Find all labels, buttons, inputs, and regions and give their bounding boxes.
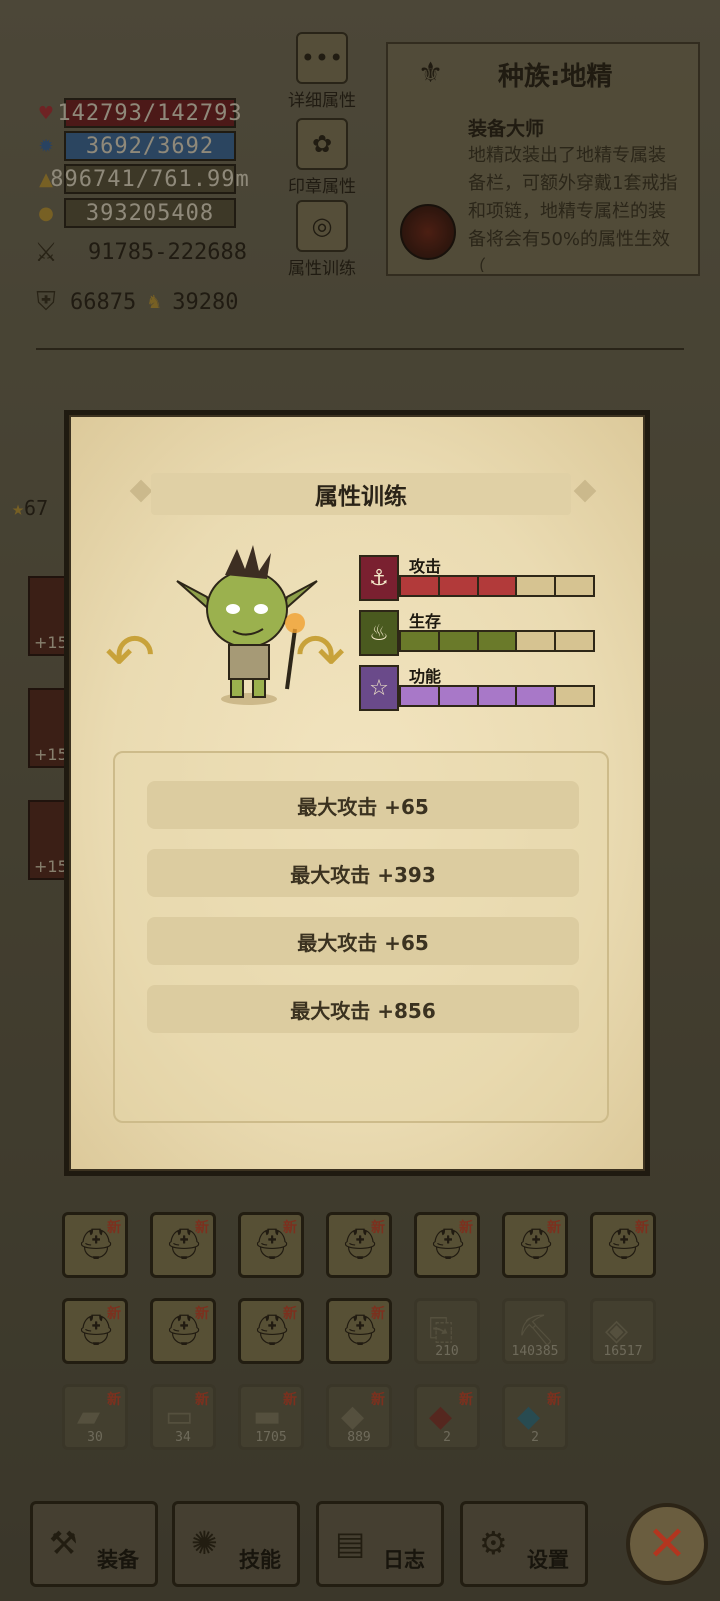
attribute-bars: ⚓ 攻击 ♨ 生存 ☆ 功能 (359, 555, 599, 720)
list-item[interactable]: 最大攻击 +65 (147, 781, 579, 829)
arrow-left-icon[interactable]: ↶ (105, 621, 155, 691)
list-item[interactable]: 最大攻击 +65 (147, 917, 579, 965)
seg-empty (517, 632, 557, 650)
attribute-list: 最大攻击 +65 最大攻击 +393 最大攻击 +65 最大攻击 +856 (113, 751, 609, 1123)
attack-bar-row: ⚓ 攻击 (359, 555, 599, 601)
seg-filled (401, 577, 440, 595)
survival-progress (399, 630, 595, 652)
close-icon: ✕ (646, 1516, 688, 1572)
seg-empty (517, 577, 557, 595)
function-progress (399, 685, 595, 707)
close-button[interactable]: ✕ (626, 1503, 708, 1585)
list-item[interactable]: 最大攻击 +856 (147, 985, 579, 1033)
training-modal: 属性训练 ↶ ↷ ⚓ 攻击 ♨ 生存 ☆ 功能 最大攻击 +65 最大攻击 +3… (64, 410, 650, 1176)
seg-filled (478, 632, 518, 650)
leaf-icon: ♨ (359, 610, 399, 656)
modal-title: 属性训练 (315, 484, 407, 510)
seg-empty (556, 577, 593, 595)
goblin-character (167, 539, 327, 709)
seg-filled (401, 687, 440, 705)
seg-empty (556, 632, 593, 650)
function-label: 功能 (409, 667, 442, 686)
seg-filled (439, 632, 479, 650)
seg-filled (439, 577, 479, 595)
title-ornament (129, 479, 153, 503)
seg-filled (401, 632, 440, 650)
seg-empty (556, 687, 593, 705)
star-icon: ☆ (359, 665, 399, 711)
seg-filled (478, 687, 518, 705)
seg-filled (478, 577, 518, 595)
survival-bar-row: ♨ 生存 (359, 610, 599, 656)
seg-filled (517, 687, 557, 705)
seg-filled (439, 687, 479, 705)
list-item[interactable]: 最大攻击 +393 (147, 849, 579, 897)
title-ornament (573, 479, 597, 503)
sword-icon: ⚓ (359, 555, 399, 601)
survival-label: 生存 (409, 612, 442, 631)
function-bar-row: ☆ 功能 (359, 665, 599, 711)
attack-progress (399, 575, 595, 597)
attack-label: 攻击 (409, 557, 442, 576)
modal-title-bar: 属性训练 (151, 473, 571, 515)
